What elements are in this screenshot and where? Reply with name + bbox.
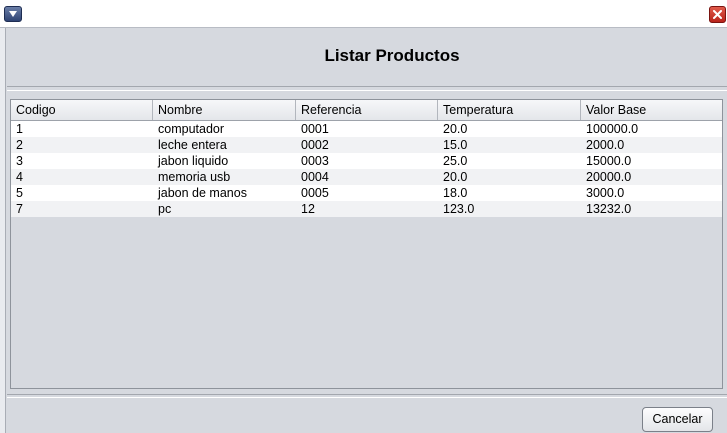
cell-codigo: 7 [16,202,23,216]
cell-nombre: leche entera [158,138,227,152]
cell-valor-base: 15000.0 [586,154,632,168]
table-header: Codigo Nombre Referencia Temperatura Val… [11,100,722,121]
dialog-left-border [0,28,6,433]
cell-temperatura: 20.0 [443,170,468,184]
table-row[interactable]: 4 memoria usb 0004 20.0 20000.0 [11,169,722,185]
cell-valor-base: 2000.0 [586,138,625,152]
cell-valor-base: 3000.0 [586,186,625,200]
cell-temperatura: 25.0 [443,154,468,168]
table-row[interactable]: 3 jabon liquido 0003 25.0 15000.0 [11,153,722,169]
cell-temperatura: 123.0 [443,202,475,216]
table-row[interactable]: 2 leche entera 0002 15.0 2000.0 [11,137,722,153]
cancel-button[interactable]: Cancelar [642,407,713,432]
window-titlebar [0,0,727,28]
column-header-valor-base[interactable]: Valor Base [581,100,722,120]
cell-temperatura: 15.0 [443,138,468,152]
cell-codigo: 5 [16,186,23,200]
table-row[interactable]: 1 computador 0001 20.0 100000.0 [11,121,722,137]
column-header-referencia[interactable]: Referencia [296,100,438,120]
header-panel: Listar Productos [7,29,727,87]
table-body: 1 computador 0001 20.0 100000.0 2 leche … [11,121,722,217]
window-menu-button[interactable] [4,6,22,22]
cell-codigo: 3 [16,154,23,168]
cell-valor-base: 20000.0 [586,170,632,184]
cell-referencia: 0003 [301,154,329,168]
cell-referencia: 12 [301,202,315,216]
close-icon [713,10,722,19]
chevron-down-icon [9,11,17,17]
cell-referencia: 0002 [301,138,329,152]
cell-nombre: memoria usb [158,170,231,184]
cell-referencia: 0004 [301,170,329,184]
cell-referencia: 0005 [301,186,329,200]
cell-codigo: 4 [16,170,23,184]
page-title: Listar Productos [324,46,460,65]
table-row[interactable]: 5 jabon de manos 0005 18.0 3000.0 [11,185,722,201]
cell-codigo: 1 [16,122,23,136]
products-table[interactable]: Codigo Nombre Referencia Temperatura Val… [10,99,723,389]
cell-nombre: computador [158,122,225,136]
cell-temperatura: 20.0 [443,122,468,136]
window-close-button[interactable] [709,6,726,23]
table-row[interactable]: 7 pc 12 123.0 13232.0 [11,201,722,217]
cell-temperatura: 18.0 [443,186,468,200]
cell-valor-base: 13232.0 [586,202,632,216]
cell-valor-base: 100000.0 [586,122,639,136]
cell-nombre: jabon liquido [158,154,229,168]
cell-codigo: 2 [16,138,23,152]
cell-referencia: 0001 [301,122,329,136]
column-header-temperatura[interactable]: Temperatura [438,100,581,120]
column-header-codigo[interactable]: Codigo [11,100,153,120]
cell-nombre: jabon de manos [158,186,247,200]
footer-divider [7,394,727,395]
cell-nombre: pc [158,202,172,216]
footer-panel [7,397,727,433]
column-header-nombre[interactable]: Nombre [153,100,296,120]
